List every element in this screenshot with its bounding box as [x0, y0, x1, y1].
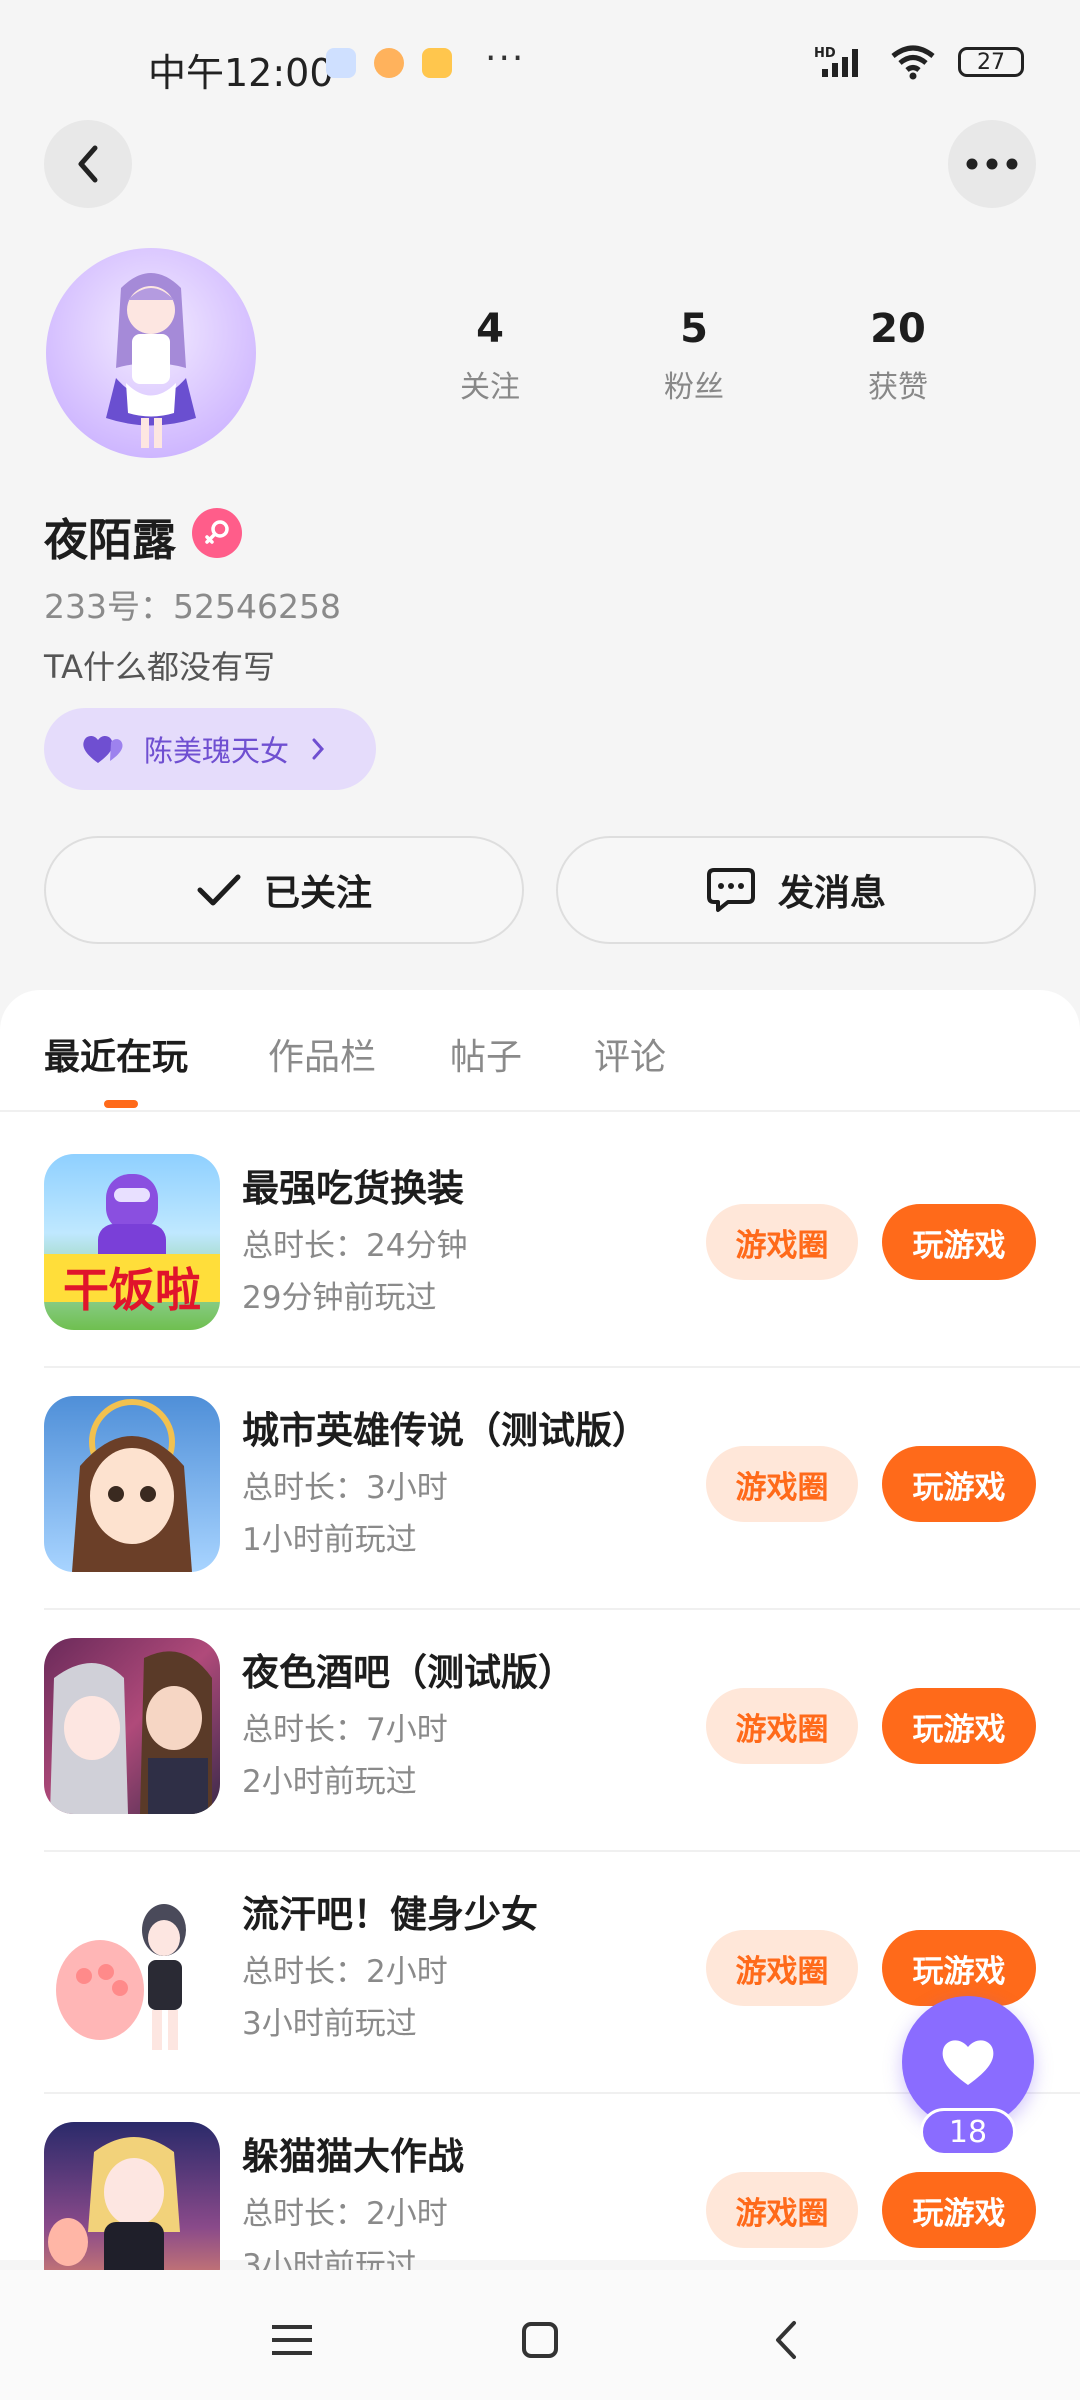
game-icon — [44, 1880, 220, 2056]
game-item[interactable]: 干饭啦 最强吃货换装 总时长：24分钟 29分钟前玩过 游戏圈 玩游戏 — [0, 1154, 1080, 1396]
stat-label: 粉丝 — [664, 370, 724, 405]
game-icon — [44, 2122, 220, 2270]
tab-works[interactable]: 作品栏 — [268, 1028, 376, 1080]
wifi-icon — [891, 45, 935, 80]
notification-icons — [326, 48, 452, 78]
game-circle-button[interactable]: 游戏圈 — [706, 1688, 858, 1764]
more-dots-icon — [966, 158, 1018, 170]
nav-home-button[interactable] — [510, 2310, 570, 2370]
game-circle-button[interactable]: 游戏圈 — [706, 1204, 858, 1280]
stat-value: 20 — [870, 306, 926, 352]
game-last-played: 2小时前玩过 — [242, 1764, 417, 1800]
stat-value: 5 — [680, 306, 708, 352]
signal-icon: HD — [814, 46, 858, 77]
game-circle-button[interactable]: 游戏圈 — [706, 1930, 858, 2006]
play-game-button[interactable]: 玩游戏 — [882, 1204, 1036, 1280]
game-last-played: 3小时前玩过 — [242, 2006, 417, 2042]
heart-icon — [942, 2040, 994, 2085]
game-last-played: 3小时前玩过 — [242, 2248, 417, 2270]
game-circle-button[interactable]: 游戏圈 — [706, 1446, 858, 1522]
nav-back-button[interactable] — [756, 2310, 816, 2370]
followed-label: 已关注 — [263, 873, 372, 914]
app-notification-icon — [374, 48, 404, 78]
play-game-button[interactable]: 玩游戏 — [882, 2172, 1036, 2248]
battery-icon: 27 — [958, 47, 1024, 77]
stat-label: 获赞 — [868, 370, 928, 405]
app-notification-icon — [422, 48, 452, 78]
play-game-button[interactable]: 玩游戏 — [882, 1930, 1036, 2006]
menu-icon — [272, 2325, 312, 2355]
game-icon — [44, 1638, 220, 1814]
double-heart-icon — [83, 735, 123, 763]
couple-label: 陈美瑰天女 — [144, 734, 290, 768]
username: 夜陌露 — [44, 515, 176, 566]
female-gender-icon — [192, 508, 242, 558]
game-duration: 总时长：3小时 — [242, 1470, 448, 1506]
status-right: HD 27 — [814, 44, 1024, 80]
game-last-played: 29分钟前玩过 — [242, 1280, 437, 1316]
stat-followers[interactable]: 5 粉丝 — [624, 306, 764, 406]
game-duration: 总时长：7小时 — [242, 1712, 448, 1748]
home-square-icon — [522, 2322, 558, 2358]
game-icon-title: 干饭啦 — [63, 1263, 201, 1317]
avatar-illustration — [106, 273, 196, 448]
like-count-badge: 18 — [920, 2108, 1016, 2156]
game-duration: 总时长：24分钟 — [242, 1228, 468, 1264]
chevron-left-icon — [78, 145, 98, 183]
divider — [44, 1366, 1080, 1368]
game-name: 最强吃货换装 — [242, 1167, 464, 1210]
active-tab-indicator — [104, 1100, 138, 1108]
game-name: 流汗吧！健身少女 — [242, 1893, 538, 1936]
game-name: 躲猫猫大作战 — [242, 2135, 464, 2178]
system-nav-bar — [0, 2270, 1080, 2400]
game-item[interactable]: 夜色酒吧（测试版） 总时长：7小时 2小时前玩过 游戏圈 玩游戏 — [0, 1638, 1080, 1880]
game-duration: 总时长：2小时 — [242, 2196, 448, 2232]
play-game-button[interactable]: 玩游戏 — [882, 1446, 1036, 1522]
couple-badge[interactable]: 陈美瑰天女 — [44, 708, 376, 790]
avatar[interactable] — [46, 248, 256, 458]
game-icon: 干饭啦 — [44, 1154, 220, 1330]
divider — [44, 1608, 1080, 1610]
stat-value: 4 — [476, 306, 504, 352]
app-notification-icon — [326, 48, 356, 78]
followed-button[interactable]: 已关注 — [44, 836, 524, 944]
tab-comments[interactable]: 评论 — [594, 1028, 666, 1080]
tab-recently-played[interactable]: 最近在玩 — [44, 1028, 188, 1080]
game-name: 城市英雄传说（测试版） — [242, 1409, 649, 1452]
game-last-played: 1小时前玩过 — [242, 1522, 417, 1558]
play-game-button[interactable]: 玩游戏 — [882, 1688, 1036, 1764]
message-label: 发消息 — [777, 873, 886, 914]
stat-following[interactable]: 4 关注 — [420, 306, 560, 406]
game-circle-button[interactable]: 游戏圈 — [706, 2172, 858, 2248]
back-button[interactable] — [44, 120, 132, 208]
game-duration: 总时长：2小时 — [242, 1954, 448, 1990]
back-arrow-icon — [776, 2321, 796, 2359]
more-button[interactable] — [948, 120, 1036, 208]
stat-label: 关注 — [460, 370, 520, 405]
game-icon — [44, 1396, 220, 1572]
tab-posts[interactable]: 帖子 — [450, 1028, 522, 1080]
stat-likes[interactable]: 20 获赞 — [828, 306, 968, 406]
chevron-right-icon — [312, 738, 325, 760]
svg-text:HD: HD — [814, 46, 836, 61]
message-button[interactable]: 发消息 — [556, 836, 1036, 944]
divider — [0, 1110, 1080, 1112]
checkmark-icon — [197, 874, 241, 906]
status-time: 中午12:00 — [148, 51, 334, 95]
user-id: 233号：52546258 — [44, 587, 341, 626]
game-name: 夜色酒吧（测试版） — [242, 1651, 575, 1694]
chat-bubble-icon — [706, 868, 755, 912]
divider — [44, 1850, 1080, 1852]
nav-menu-button[interactable] — [262, 2310, 322, 2370]
game-item[interactable]: 城市英雄传说（测试版） 总时长：3小时 1小时前玩过 游戏圈 玩游戏 — [0, 1396, 1080, 1638]
user-bio: TA什么都没有写 — [44, 648, 275, 686]
more-notifications: ··· — [485, 38, 526, 79]
game-item[interactable]: 躲猫猫大作战 总时长：2小时 3小时前玩过 游戏圈 玩游戏 — [0, 2122, 1080, 2270]
